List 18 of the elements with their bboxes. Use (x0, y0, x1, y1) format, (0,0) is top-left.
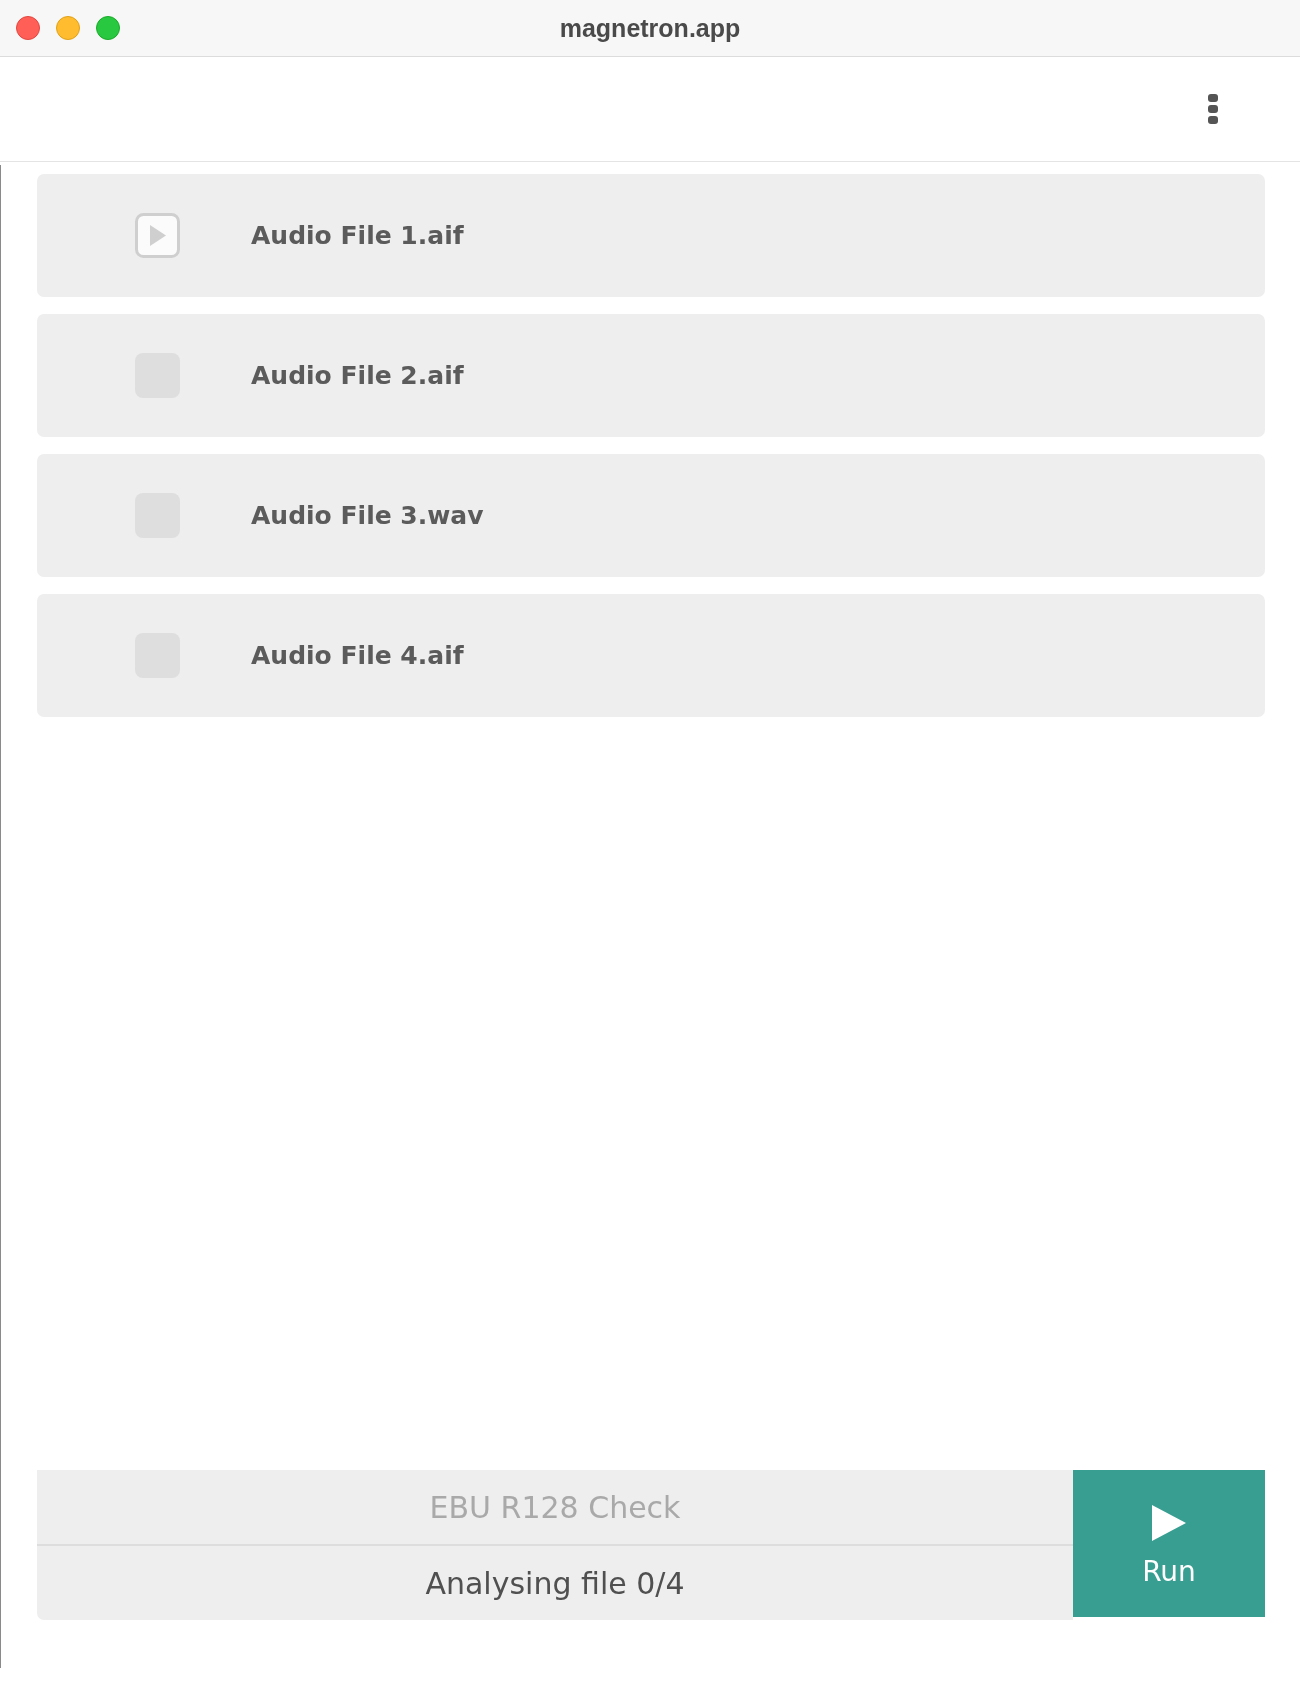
menu-icon[interactable] (1208, 94, 1218, 124)
run-button[interactable]: Run (1073, 1470, 1265, 1617)
file-name: Audio File 2.aif (251, 361, 464, 390)
play-icon[interactable] (135, 213, 180, 258)
file-row[interactable]: Audio File 4.aif (37, 594, 1265, 717)
file-name: Audio File 4.aif (251, 641, 464, 670)
check-title: EBU R128 Check (429, 1489, 681, 1525)
play-icon (1152, 1505, 1186, 1541)
file-row[interactable]: Audio File 3.wav (37, 454, 1265, 577)
file-row[interactable]: Audio File 2.aif (37, 314, 1265, 437)
file-name: Audio File 1.aif (251, 221, 464, 250)
status-text: Analysing file 0/4 (425, 1565, 685, 1601)
maximize-icon[interactable] (96, 16, 120, 40)
file-name: Audio File 3.wav (251, 501, 484, 530)
close-icon[interactable] (16, 16, 40, 40)
window-title: magnetron.app (559, 13, 741, 43)
file-row[interactable]: Audio File 1.aif (37, 174, 1265, 297)
minimize-icon[interactable] (56, 16, 80, 40)
